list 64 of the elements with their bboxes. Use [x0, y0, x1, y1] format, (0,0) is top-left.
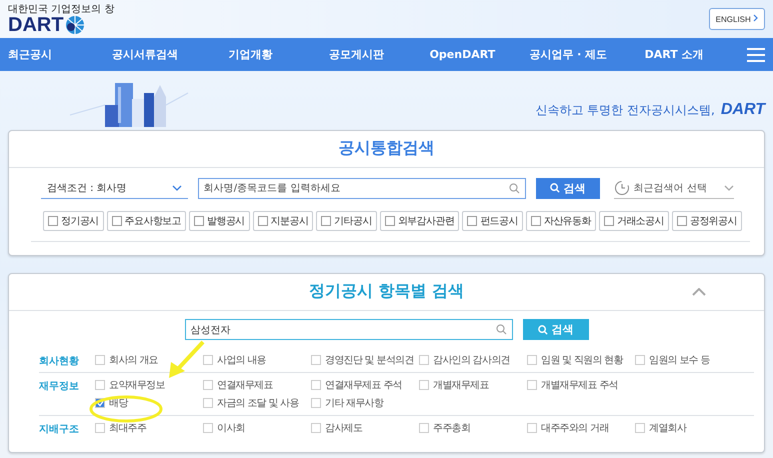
search-button[interactable]: 검색: [536, 178, 600, 198]
item-checkbox[interactable]: 경영진단 및 분석의견: [311, 351, 419, 369]
nav-link[interactable]: 공시업무 · 제도: [515, 47, 622, 62]
card-title: 공시통합검색: [9, 131, 764, 168]
filter-checkbox[interactable]: 발행공시: [189, 211, 250, 231]
item-checkbox[interactable]: 감사인의 감사의견: [419, 351, 527, 369]
recent-search-select[interactable]: 최근검색어 선택: [614, 177, 734, 199]
chevron-down-icon: [724, 184, 734, 190]
slogan-brand: DART: [720, 101, 765, 119]
chevron-up-icon[interactable]: [692, 288, 706, 296]
filter-checkbox[interactable]: 거래소공시: [598, 211, 669, 231]
sunburst-icon: [64, 14, 85, 34]
filter-checkbox[interactable]: 주요사항보고: [106, 211, 186, 231]
item-checkbox[interactable]: 계열회사: [635, 419, 743, 437]
filter-checkbox[interactable]: 정기공시: [43, 211, 104, 231]
item-checkbox[interactable]: 이사회: [203, 419, 311, 437]
logo-text[interactable]: DART: [8, 14, 64, 34]
search-icon[interactable]: [496, 324, 506, 335]
item-checkbox[interactable]: 사업의 내용: [203, 351, 311, 369]
group-label: 재무정보: [39, 380, 80, 394]
item-checkbox[interactable]: 개별재무제표 주석: [527, 376, 635, 394]
filter-checkbox[interactable]: 지분공시: [252, 211, 314, 231]
item-checkbox[interactable]: 최대주주: [95, 419, 203, 437]
item-checkbox[interactable]: 자금의 조달 및 사용: [203, 394, 311, 412]
item-checkbox[interactable]: 연결재무제표 주석: [311, 376, 419, 394]
group-label: 회사현황: [39, 355, 80, 369]
language-button[interactable]: ENGLISH: [708, 8, 765, 30]
nav-link[interactable]: OpenDART: [409, 48, 516, 61]
item-checkbox[interactable]: 연결재무제표: [203, 376, 311, 394]
filter-checkbox[interactable]: 펀드공시: [462, 211, 523, 231]
item-checkbox[interactable]: 기타 재무사항: [311, 394, 419, 412]
item-checkbox[interactable]: 감사제도: [311, 419, 419, 437]
condition-select[interactable]: 검색조건 : 회사명: [41, 177, 188, 199]
search-icon[interactable]: [508, 182, 520, 194]
group-label: 지배구조: [39, 423, 80, 437]
filter-checkbox[interactable]: 자산유동화: [526, 211, 596, 231]
item-checkbox[interactable]: 임원 및 직원의 현황: [527, 351, 635, 369]
nav-link[interactable]: 최근공시: [8, 47, 52, 62]
check-icon: [96, 400, 104, 406]
logo-tagline: 대한민국 기업정보의 창: [8, 4, 114, 14]
nav-link[interactable]: 공시서류검색: [92, 47, 198, 62]
chevron-right-icon: [753, 14, 758, 22]
item-checkbox[interactable]: 주주총회: [419, 419, 527, 437]
item-checkbox[interactable]: 개별재무제표: [419, 376, 527, 394]
nav-link[interactable]: 공모게시판: [304, 47, 410, 62]
filter-checkbox[interactable]: 기타공시: [316, 211, 377, 231]
filter-checkbox[interactable]: 외부감사관련: [380, 211, 460, 231]
item-checkbox[interactable]: 회사의 개요: [95, 351, 203, 369]
slogan-text: 신속하고 투명한 전자공시시스템,: [535, 102, 715, 118]
search-icon: [550, 183, 560, 193]
filter-checkbox[interactable]: 공정위공시: [672, 211, 742, 231]
chevron-down-icon: [172, 184, 182, 190]
search-field[interactable]: 삼성전자: [184, 319, 512, 340]
item-checkbox[interactable]: 요약재무정보: [95, 376, 203, 394]
menu-icon[interactable]: [746, 48, 765, 62]
item-checkbox[interactable]: 배당: [95, 394, 203, 412]
search-field[interactable]: 회사명/종목코드를 입력하세요: [198, 178, 526, 198]
nav-link[interactable]: 기업개황: [198, 47, 304, 62]
item-checkbox[interactable]: 대주주와의 거래: [527, 419, 635, 437]
nav-link[interactable]: DART 소개: [621, 47, 727, 62]
history-icon: [614, 180, 630, 196]
card-title: 정기공시 항목별 검색: [9, 274, 764, 311]
search-icon: [538, 324, 548, 334]
item-checkbox[interactable]: 임원의 보수 등: [635, 351, 743, 369]
